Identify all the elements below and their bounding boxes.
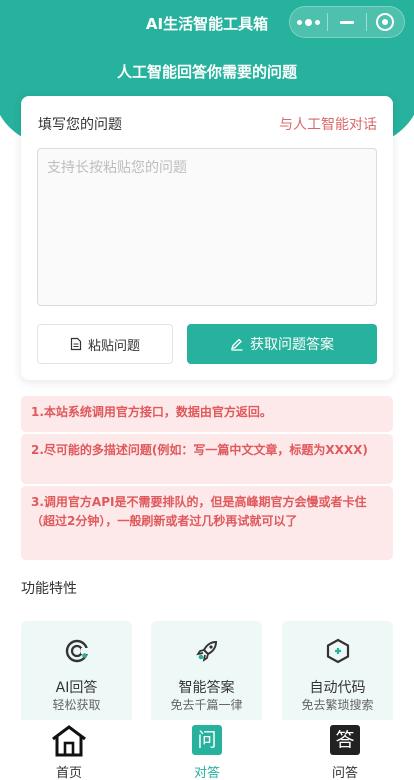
get-answer-button[interactable]: 获取问题答案	[187, 324, 377, 364]
hexagon-icon	[326, 638, 349, 664]
tab-bar: 首页 问 对答 答 问答	[0, 720, 414, 780]
app-page: AI生活智能工具箱 人工智能回答你需要的问题 填写您的问题 与人工智能对话 粘贴…	[0, 0, 414, 780]
feature-subtitle: 免去千篇一律	[170, 698, 243, 712]
notice-item: 3.调用官方API是不需要排队的，但是高峰期官方会慢或者卡住（超过2分钟），一般…	[21, 486, 393, 560]
feature-subtitle: 免去繁琐搜索	[301, 698, 374, 712]
feature-subtitle: 轻松获取	[52, 698, 101, 712]
features-title: 功能特性	[21, 581, 77, 597]
paste-question-button[interactable]: 粘贴问题	[37, 324, 173, 364]
question-card: 填写您的问题 与人工智能对话 粘贴问题 获取问题答案	[21, 96, 393, 380]
minimize-icon	[339, 20, 354, 24]
more-dots-icon	[297, 18, 321, 26]
rocket-icon	[195, 640, 217, 662]
edit-icon	[230, 338, 243, 351]
feature-title: 智能答案	[178, 680, 235, 696]
question-input[interactable]	[37, 148, 377, 306]
tab-label: 对答	[193, 766, 220, 780]
answer-button-label: 获取问题答案	[250, 337, 334, 353]
tab-qa-active[interactable]: 问 对答	[138, 720, 276, 780]
tab-home[interactable]: 首页	[0, 720, 138, 780]
tab-answers[interactable]: 答 问答	[276, 720, 414, 780]
ai-logo-icon	[65, 639, 90, 663]
more-button[interactable]	[290, 7, 327, 37]
target-icon	[376, 13, 395, 31]
question-tab-icon: 问	[192, 725, 222, 755]
mini-program-capsule	[289, 6, 405, 38]
minimize-button[interactable]	[328, 7, 365, 37]
paste-button-label: 粘贴问题	[87, 338, 140, 354]
tab-label: 首页	[55, 766, 82, 780]
feature-card-auto-code[interactable]: 自动代码 免去繁琐搜索	[282, 621, 393, 731]
home-icon	[52, 725, 86, 757]
feature-title: AI回答	[55, 680, 98, 696]
feature-card-ai-answer[interactable]: AI回答 轻松获取	[21, 621, 132, 731]
page-subtitle: 人工智能回答你需要的问题	[116, 63, 297, 81]
tab-label: 问答	[331, 766, 358, 780]
close-button[interactable]	[367, 7, 404, 37]
question-label: 填写您的问题	[38, 117, 122, 133]
answer-tab-icon: 答	[330, 725, 360, 755]
feature-card-smart-answer[interactable]: 智能答案 免去千篇一律	[151, 621, 262, 731]
notice-item: 2.尽可能的多描述问题(例如：写一篇中文文章，标题为XXXX)	[21, 434, 393, 484]
notice-item: 1.本站系统调用官方接口，数据由官方返回。	[21, 396, 393, 432]
feature-title: 自动代码	[309, 680, 366, 696]
chat-with-ai-link[interactable]: 与人工智能对话	[279, 114, 377, 134]
clipboard-icon	[70, 337, 82, 351]
